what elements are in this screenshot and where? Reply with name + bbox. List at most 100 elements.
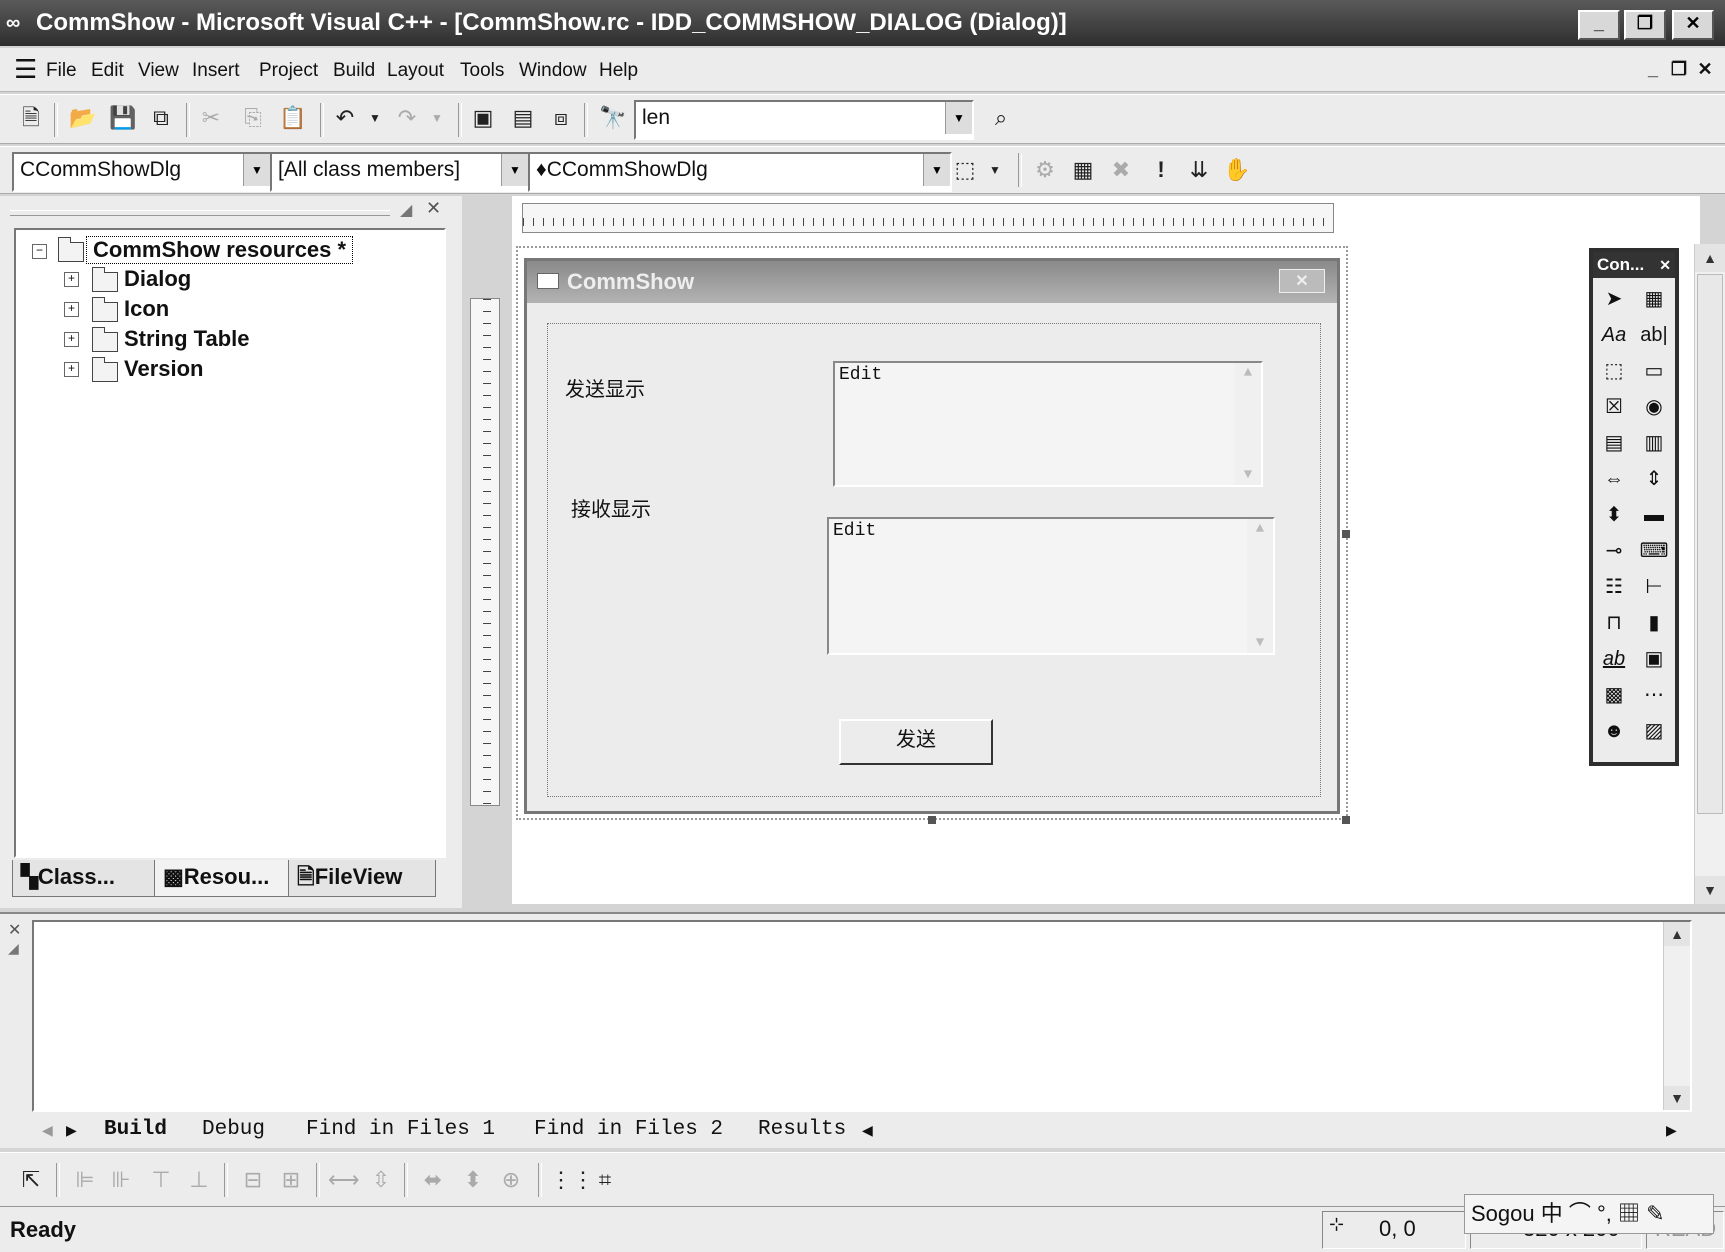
scroll-thumb[interactable] (1697, 274, 1723, 814)
undo-dropdown-icon[interactable]: ▼ (360, 103, 390, 133)
resize-handle[interactable] (1342, 530, 1350, 538)
stop-build-icon[interactable]: ✖ (1106, 155, 1136, 185)
tab-scroll-right-icon[interactable]: ▶ (66, 1122, 77, 1139)
space-down-icon[interactable]: ⇳ (366, 1165, 396, 1195)
radio-button-icon[interactable]: ◉ (1639, 392, 1669, 422)
send-button[interactable]: 发送 (839, 719, 993, 765)
expand-icon[interactable]: + (64, 272, 79, 287)
static-text-icon[interactable]: Aa (1599, 320, 1629, 350)
receive-edit-box[interactable]: Edit ▲ ▼ (827, 517, 1275, 655)
editor-scrollbar[interactable]: ▲ ▼ (1694, 244, 1725, 904)
same-height-icon[interactable]: ⬍ (458, 1165, 488, 1195)
undo-icon[interactable]: ↶ (330, 103, 360, 133)
dialog-preview[interactable]: CommShow ✕ 发送显示 Edit ▲ ▼ 接收显示 Edit ▲ ▼ 发送 (524, 258, 1340, 814)
scroll-up-icon[interactable]: ▲ (1235, 365, 1261, 381)
extended-combo-icon[interactable]: ▨ (1639, 716, 1669, 746)
tab-results[interactable]: Results (758, 1118, 846, 1141)
scroll-up-icon[interactable]: ▲ (1247, 521, 1273, 537)
menu-edit[interactable]: Edit (91, 60, 124, 82)
collapse-icon[interactable]: − (32, 244, 47, 259)
output-scrollbar[interactable]: ▲ ▼ (1663, 922, 1690, 1110)
same-width-icon[interactable]: ⬌ (418, 1165, 448, 1195)
custom-control-icon[interactable]: ☻ (1599, 716, 1629, 746)
tree-root[interactable]: CommShow resources * (86, 236, 354, 264)
hscroll-left-icon[interactable]: ◀ (862, 1122, 873, 1139)
wizard-action-icon[interactable]: ⬚ (950, 155, 980, 185)
save-icon[interactable]: 💾 (108, 103, 138, 133)
scroll-down-icon[interactable]: ▼ (1664, 1086, 1690, 1110)
mdi-minimize-button[interactable]: _ (1642, 58, 1664, 80)
go-icon[interactable]: ⇊ (1184, 155, 1214, 185)
align-right-icon[interactable]: ⊪ (106, 1165, 136, 1195)
pointer-icon[interactable]: ➤ (1599, 284, 1629, 314)
align-bottom-icon[interactable]: ⊥ (184, 1165, 214, 1195)
tab-classview[interactable]: ▚Class... (12, 860, 160, 897)
chevron-down-icon[interactable]: ▼ (945, 102, 972, 134)
tree-node-version[interactable]: Version (124, 356, 203, 382)
progress-icon[interactable]: ▬ (1639, 500, 1669, 530)
animate-icon[interactable]: ▮ (1639, 608, 1669, 638)
menu-window[interactable]: Window (519, 60, 587, 82)
tab-debug[interactable]: Debug (202, 1118, 265, 1141)
find-combo-box[interactable]: len ▼ (634, 100, 974, 140)
menu-layout[interactable]: Layout (387, 60, 444, 82)
expand-icon[interactable]: + (64, 302, 79, 317)
save-all-icon[interactable]: ⧉ (146, 103, 176, 133)
breakpoint-hand-icon[interactable]: ✋ (1222, 155, 1252, 185)
new-text-file-icon[interactable]: 🗎 (16, 103, 46, 133)
menu-project[interactable]: Project (259, 60, 318, 82)
maximize-icon[interactable]: ◢ (8, 940, 19, 957)
align-top-icon[interactable]: ⊤ (146, 1165, 176, 1195)
toggle-grid-icon[interactable]: ⋮⋮ (550, 1165, 594, 1195)
cut-icon[interactable]: ✂ (196, 103, 226, 133)
vertical-scrollbar-icon[interactable]: ⇕ (1639, 464, 1669, 494)
open-icon[interactable]: 📂 (68, 103, 98, 133)
maximize-icon[interactable]: ◢ (400, 200, 412, 220)
tab-scroll-left-icon[interactable]: ◀ (42, 1122, 53, 1139)
ip-address-icon[interactable]: ⋯ (1639, 680, 1669, 710)
mdi-restore-button[interactable]: ❐ (1668, 58, 1690, 80)
execute-icon[interactable]: ! (1146, 155, 1176, 185)
scroll-up-icon[interactable]: ▲ (1664, 922, 1690, 946)
copy-icon[interactable]: ⎘ (238, 103, 268, 133)
horizontal-scrollbar-icon[interactable]: ⇔ (1599, 464, 1629, 494)
tree-node-icon[interactable]: Icon (124, 296, 169, 322)
restore-button[interactable]: ❐ (1624, 10, 1666, 40)
workspace-icon[interactable]: ▣ (468, 103, 498, 133)
tab-find-in-files-2[interactable]: Find in Files 2 (534, 1118, 723, 1141)
picture-icon[interactable]: ▦ (1639, 284, 1669, 314)
members-combo[interactable]: [All class members] ▼ (270, 152, 530, 192)
close-icon[interactable]: ✕ (8, 920, 21, 940)
workspace-grip[interactable] (10, 210, 390, 216)
spin-icon[interactable]: ⬍ (1599, 500, 1629, 530)
build-icon[interactable]: ▦ (1068, 155, 1098, 185)
rich-edit-icon[interactable]: ab (1599, 644, 1629, 674)
tab-fileview[interactable]: 🗎FileView (288, 860, 436, 897)
tree-control-icon[interactable]: ⊢ (1639, 572, 1669, 602)
receive-edit-scrollbar[interactable]: ▲ ▼ (1247, 519, 1273, 653)
menu-build[interactable]: Build (333, 60, 375, 82)
function-combo[interactable]: ♦CCommShowDlg ▼ (528, 152, 952, 192)
date-picker-icon[interactable]: ▣ (1639, 644, 1669, 674)
tab-build[interactable]: Build (104, 1118, 167, 1141)
chevron-down-icon[interactable]: ▼ (243, 154, 270, 186)
tree-node-string-table[interactable]: String Table (124, 326, 250, 352)
tab-control-icon[interactable]: ⊓ (1599, 608, 1629, 638)
wizard-dropdown-icon[interactable]: ▼ (980, 155, 1010, 185)
edit-box-icon[interactable]: ab| (1639, 320, 1669, 350)
resize-handle[interactable] (928, 816, 936, 824)
chevron-down-icon[interactable]: ▼ (501, 154, 528, 186)
slider-icon[interactable]: ⊸ (1599, 536, 1629, 566)
tree-node-dialog[interactable]: Dialog (124, 266, 191, 292)
output-window-icon[interactable]: ▤ (508, 103, 538, 133)
center-horizontal-icon[interactable]: ⊞ (276, 1165, 306, 1195)
space-across-icon[interactable]: ⟷ (328, 1165, 360, 1195)
scroll-up-icon[interactable]: ▲ (1695, 244, 1725, 272)
redo-icon[interactable]: ↷ (392, 103, 422, 133)
combo-box-icon[interactable]: ▤ (1599, 428, 1629, 458)
check-box-icon[interactable]: ☒ (1599, 392, 1629, 422)
scroll-down-icon[interactable]: ▼ (1235, 467, 1261, 483)
menu-file[interactable]: File (46, 60, 77, 82)
dialog-close-button[interactable]: ✕ (1279, 269, 1325, 293)
toggle-guides-icon[interactable]: ⌗ (590, 1165, 620, 1195)
